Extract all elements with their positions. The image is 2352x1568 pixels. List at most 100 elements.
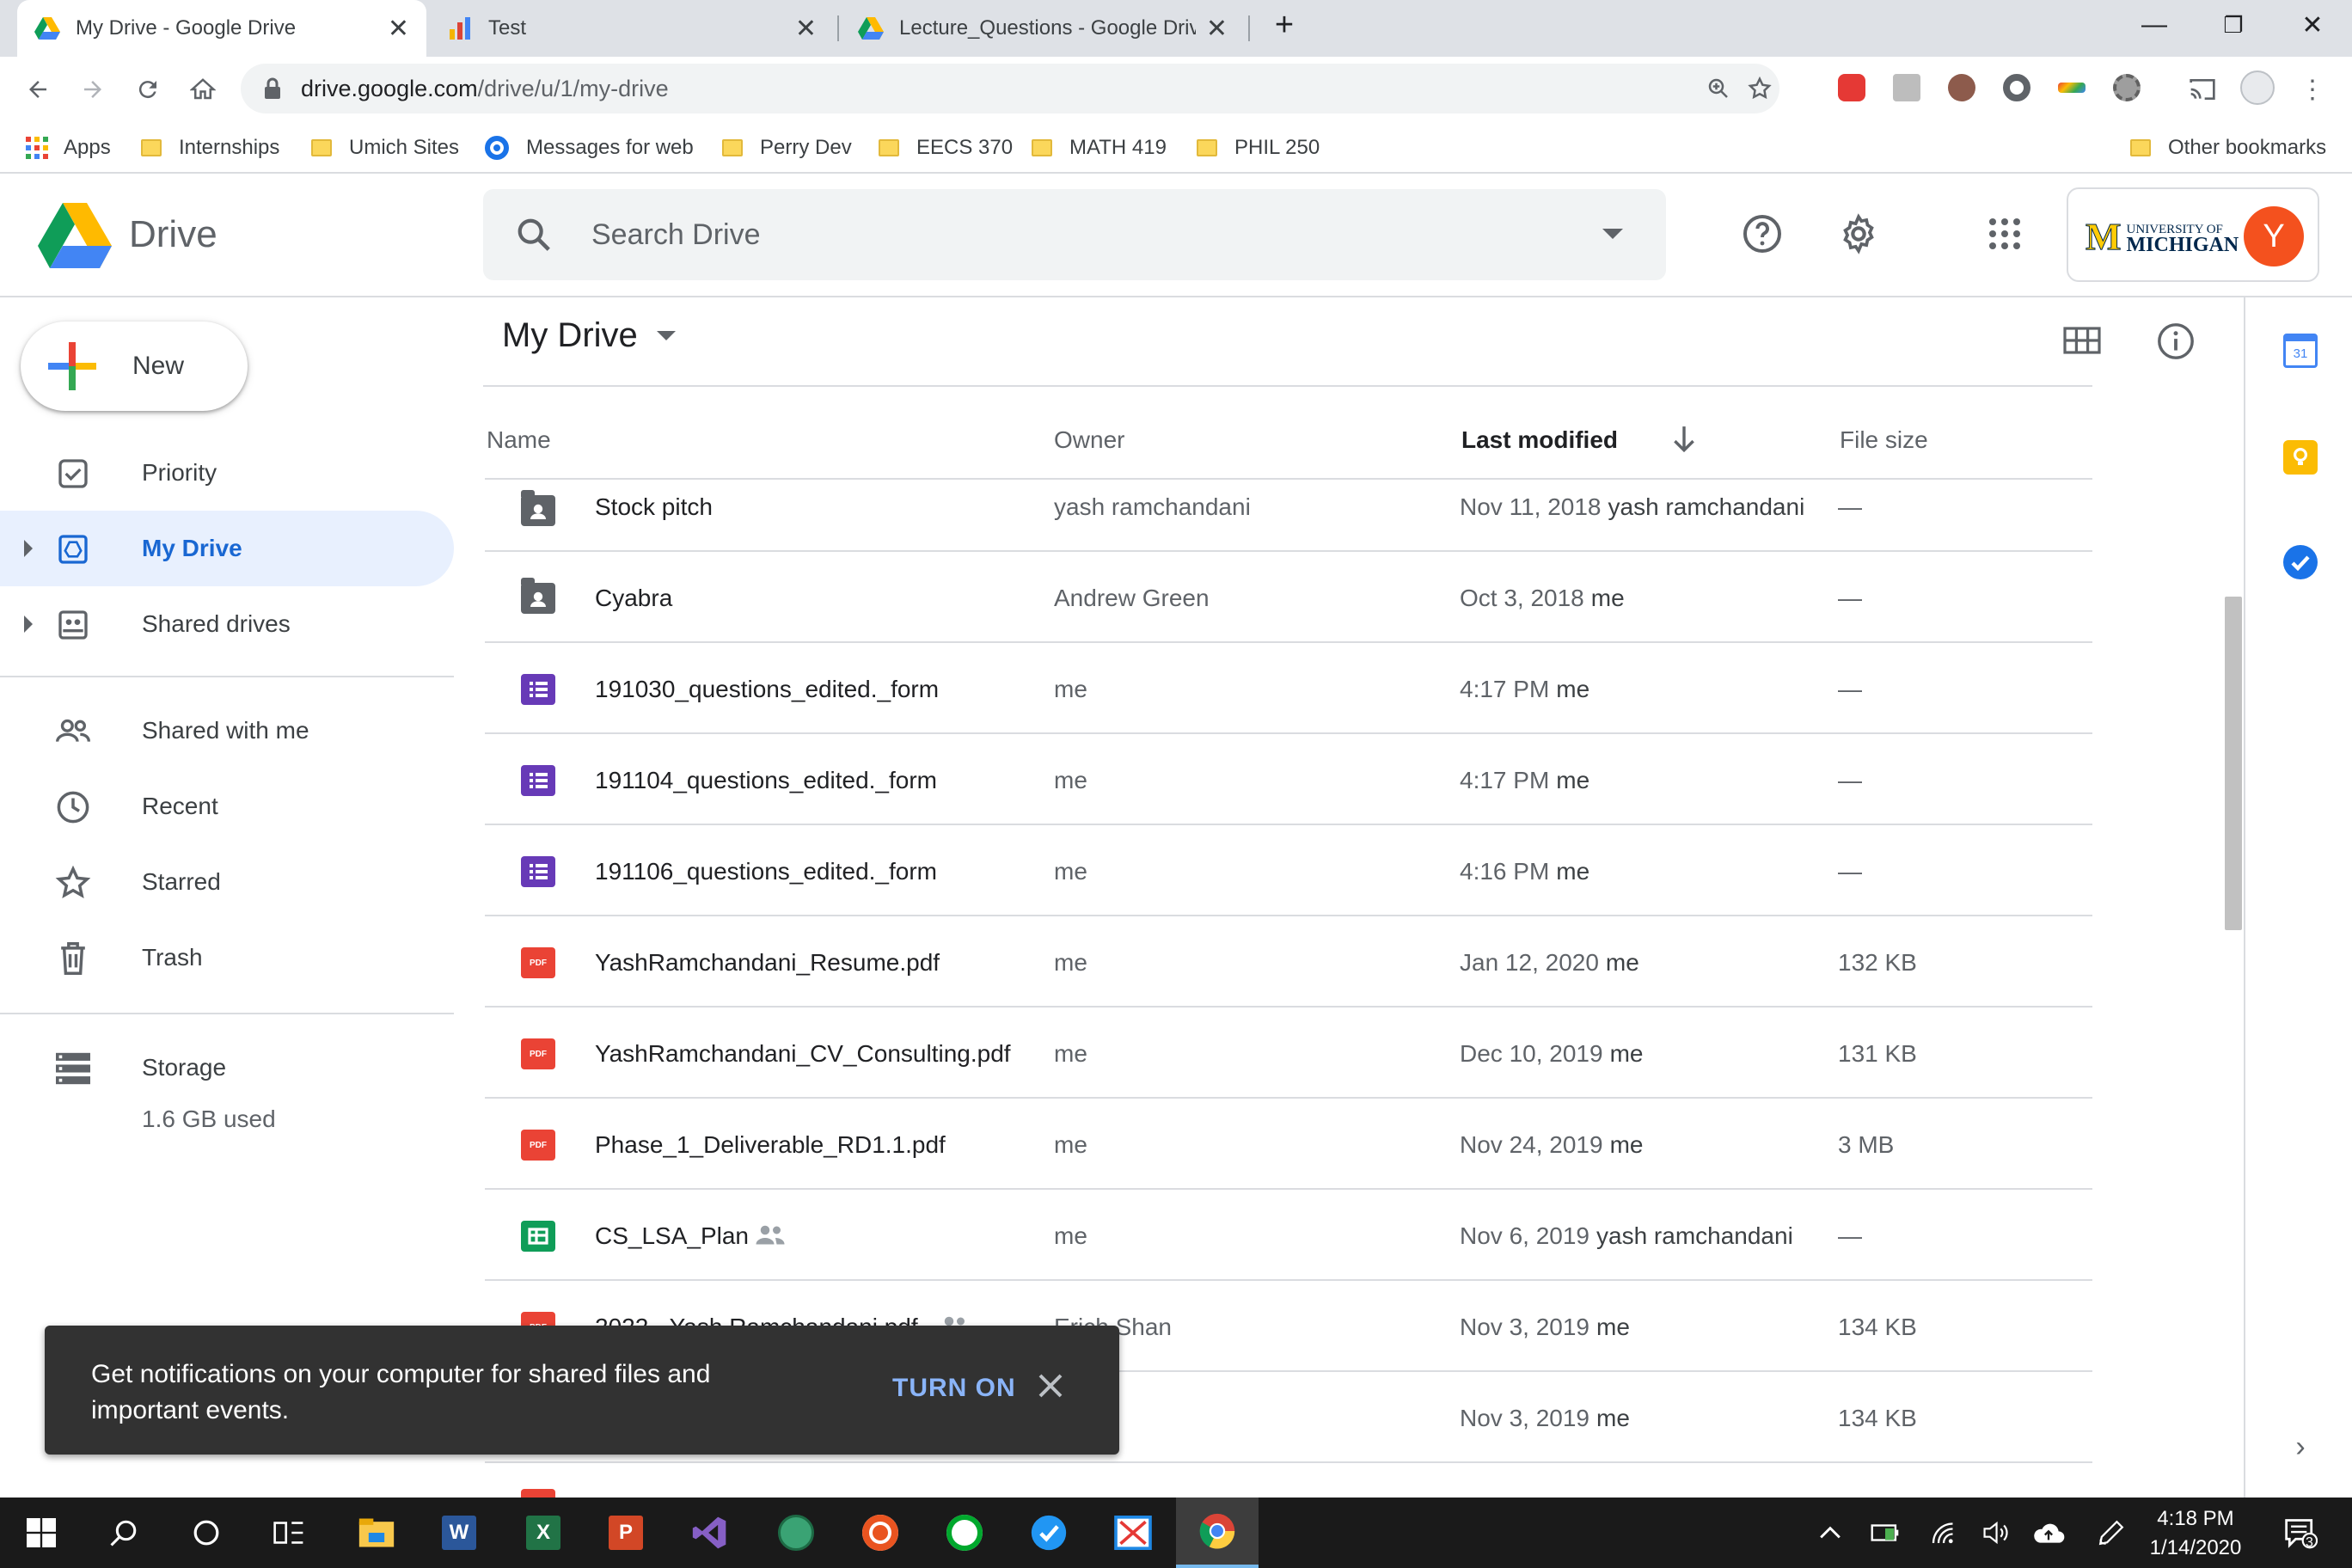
column-header-last-modified[interactable]: Last modified — [1461, 426, 1618, 454]
todo-icon[interactable] — [1008, 1498, 1090, 1568]
google-apps-grid-icon[interactable] — [1981, 210, 2029, 258]
table-row[interactable]: 191030_questions_edited._form me 4:17 PM… — [485, 643, 2092, 734]
expand-panel-chevron-icon[interactable]: › — [2283, 1430, 2318, 1465]
ubuntu-icon[interactable] — [839, 1498, 922, 1568]
table-row[interactable]: Cyabra Andrew Green Oct 3, 2018 me — — [485, 552, 2092, 643]
bookmark-umich-sites[interactable]: Umich Sites — [311, 129, 459, 167]
new-tab-button[interactable]: + — [1245, 0, 1324, 50]
breadcrumb-my-drive[interactable]: My Drive — [502, 316, 676, 355]
adblock-extension-icon[interactable] — [1838, 74, 1865, 101]
chrome-menu-icon[interactable]: ⋮ — [2292, 69, 2333, 110]
forward-button[interactable] — [72, 69, 113, 110]
windows-start-icon[interactable] — [0, 1498, 83, 1568]
sort-arrow-down-icon[interactable] — [1671, 425, 1697, 454]
table-row[interactable]: PDF Phase_1_Deliverable_RD1.1.pdf me Nov… — [485, 1099, 2092, 1190]
tasks-icon[interactable] — [2283, 545, 2318, 579]
extension-icon[interactable] — [2058, 83, 2086, 93]
keep-icon[interactable] — [2283, 440, 2318, 475]
cortana-icon[interactable] — [165, 1498, 248, 1568]
column-header-file-size[interactable]: File size — [1840, 426, 1928, 454]
search-options-dropdown-icon[interactable] — [1602, 229, 1623, 239]
powerpoint-icon[interactable]: P — [585, 1498, 667, 1568]
search-input[interactable] — [590, 208, 1449, 261]
table-row[interactable]: Stock pitch yash ramchandani Nov 11, 201… — [485, 459, 2092, 552]
chrome-taskbar-icon[interactable] — [1176, 1498, 1259, 1568]
home-button[interactable] — [182, 69, 224, 110]
extension-icon[interactable] — [1893, 74, 1920, 101]
taskbar-clock[interactable]: 4:18 PM 1/14/2020 — [2135, 1504, 2256, 1563]
onedrive-cloud-icon[interactable] — [2022, 1498, 2075, 1568]
bookmark-math-419[interactable]: MATH 419 — [1032, 129, 1167, 167]
show-hidden-icons-chevron-icon[interactable] — [1809, 1498, 1852, 1568]
bookmark-internships[interactable]: Internships — [141, 129, 279, 167]
close-window-button[interactable]: ✕ — [2273, 0, 2352, 50]
expand-arrow-icon[interactable] — [24, 616, 33, 633]
bookmark-phil-250[interactable]: PHIL 250 — [1197, 129, 1320, 167]
nav-priority[interactable]: Priority — [0, 435, 454, 511]
help-icon[interactable] — [1738, 210, 1786, 258]
bookmark-star-icon[interactable] — [1745, 74, 1774, 103]
nav-recent[interactable]: Recent — [0, 769, 454, 844]
settings-gear-icon[interactable] — [1834, 210, 1883, 258]
back-button[interactable] — [17, 69, 58, 110]
task-view-icon[interactable] — [248, 1498, 330, 1568]
account-avatar[interactable]: Y — [2244, 206, 2304, 266]
nav-my-drive[interactable]: My Drive — [0, 511, 454, 586]
search-bar[interactable] — [483, 189, 1666, 280]
reload-button[interactable] — [127, 69, 168, 110]
bookmark-eecs-370[interactable]: EECS 370 — [879, 129, 1013, 167]
word-icon[interactable]: W — [418, 1498, 500, 1568]
app-icon[interactable] — [755, 1498, 837, 1568]
file-explorer-icon[interactable] — [335, 1498, 418, 1568]
zoom-icon[interactable] — [1704, 74, 1733, 103]
expand-arrow-icon[interactable] — [24, 540, 33, 557]
tab-test[interactable]: Test ✕ — [430, 0, 834, 57]
table-row[interactable] — [485, 1463, 2092, 1498]
excel-icon[interactable]: X — [502, 1498, 585, 1568]
table-row[interactable]: CS_LSA_Plan me Nov 6, 2019 yash ramchanda… — [485, 1190, 2092, 1281]
account-switcher[interactable]: M UNIVERSITY OF MICHIGAN Y — [2067, 187, 2319, 282]
bookmark-perry-dev[interactable]: Perry Dev — [722, 129, 852, 167]
column-header-name[interactable]: Name — [487, 426, 551, 454]
extension-icon[interactable] — [2003, 74, 2030, 101]
info-icon[interactable] — [2156, 322, 2196, 361]
close-icon[interactable] — [1033, 1369, 1068, 1403]
table-row[interactable]: 191104_questions_edited._form me 4:17 PM… — [485, 734, 2092, 825]
snipping-tool-icon[interactable] — [1092, 1498, 1174, 1568]
battery-icon[interactable] — [1860, 1498, 1910, 1568]
grid-view-icon[interactable] — [2063, 327, 2101, 358]
bookmark-messages-for-web[interactable]: Messages for web — [485, 129, 694, 167]
taskbar-search-icon[interactable] — [83, 1498, 165, 1568]
pen-ink-icon[interactable] — [2087, 1498, 2135, 1568]
close-tab-icon[interactable]: ✕ — [795, 14, 817, 44]
nav-storage[interactable]: Storage — [0, 1030, 454, 1106]
tab-my-drive[interactable]: My Drive - Google Drive ✕ — [17, 0, 426, 57]
google-drive-logo-icon[interactable] — [38, 203, 112, 268]
scrollbar-thumb[interactable] — [2225, 597, 2242, 930]
turn-on-button[interactable]: TURN ON — [892, 1374, 1016, 1403]
close-tab-icon[interactable]: ✕ — [388, 14, 409, 44]
extension-icon[interactable] — [1948, 74, 1975, 101]
nav-trash[interactable]: Trash — [0, 920, 454, 995]
action-center-icon[interactable]: 3 — [2269, 1498, 2331, 1568]
tab-lecture-questions[interactable]: Lecture_Questions - Google Drive ✕ — [841, 0, 1245, 57]
wifi-icon[interactable] — [1919, 1498, 1969, 1568]
minimize-window-button[interactable]: — — [2115, 0, 2194, 50]
address-bar[interactable]: drive.google.com/drive/u/1/my-drive — [241, 64, 1779, 113]
new-button[interactable]: New — [21, 322, 248, 411]
calendar-icon[interactable]: 31 — [2283, 334, 2318, 368]
search-icon[interactable] — [514, 215, 554, 254]
close-tab-icon[interactable]: ✕ — [1206, 14, 1228, 44]
bookmark-apps[interactable]: Apps — [26, 129, 111, 167]
nav-shared-with-me[interactable]: Shared with me — [0, 693, 454, 769]
volume-icon[interactable] — [1970, 1498, 2020, 1568]
nav-starred[interactable]: Starred — [0, 844, 454, 920]
bookmark-other-bookmarks[interactable]: Other bookmarks — [2130, 129, 2326, 167]
table-row[interactable]: 191106_questions_edited._form me 4:16 PM… — [485, 825, 2092, 916]
restore-window-button[interactable]: ❐ — [2194, 0, 2273, 50]
table-row[interactable]: PDF YashRamchandani_CV_Consulting.pdf me… — [485, 1008, 2092, 1099]
cast-icon[interactable] — [2182, 69, 2223, 110]
evernote-icon[interactable] — [923, 1498, 1006, 1568]
table-row[interactable]: PDF YashRamchandani_Resume.pdf me Jan 12… — [485, 916, 2092, 1008]
settings-extension-icon[interactable] — [2113, 74, 2141, 101]
